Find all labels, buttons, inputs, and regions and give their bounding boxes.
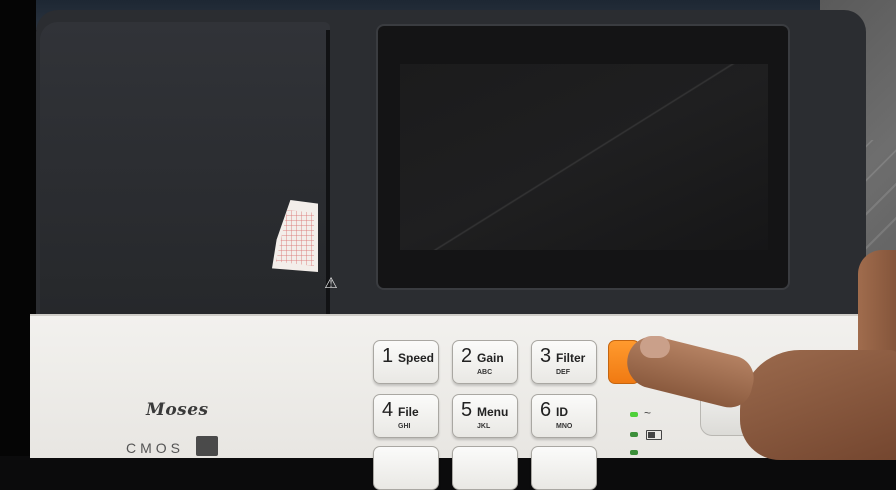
key-label: Speed xyxy=(398,351,435,365)
key-letters: DEF xyxy=(556,369,570,376)
key-2-gain[interactable]: 2 Gain ABC xyxy=(452,340,518,384)
key-number: 5 xyxy=(461,399,473,421)
brand-logo: Moses xyxy=(146,400,209,420)
key-number: 1 xyxy=(382,345,394,367)
key-label: ID xyxy=(556,405,568,419)
key-4-file[interactable]: 4 File GHI xyxy=(373,394,439,438)
key-6-id[interactable]: 6 ID MNO xyxy=(531,394,597,438)
key-number: 3 xyxy=(540,345,552,367)
battery-led xyxy=(630,432,638,437)
key-3-filter[interactable]: 3 Filter DEF xyxy=(531,340,597,384)
warning-icon: ⚠ xyxy=(324,275,338,292)
key-label: Gain xyxy=(477,351,504,365)
key-letters: GHI xyxy=(398,423,411,430)
key-number: 4 xyxy=(382,399,394,421)
model-badge xyxy=(196,436,218,456)
lid-seam xyxy=(326,30,330,314)
paper-compartment-lid[interactable] xyxy=(40,22,330,314)
key-5-menu[interactable]: 5 Menu JKL xyxy=(452,394,518,438)
key-number: 2 xyxy=(461,345,473,367)
hand xyxy=(740,350,896,460)
ac-power-led xyxy=(630,412,638,417)
key-9[interactable] xyxy=(531,446,597,490)
ac-power-icon: ~ xyxy=(644,406,652,420)
key-number: 6 xyxy=(540,399,552,421)
battery-icon xyxy=(646,430,662,440)
key-label: File xyxy=(398,405,419,419)
key-letters: JKL xyxy=(477,423,491,430)
key-7[interactable] xyxy=(373,446,439,490)
key-1-speed[interactable]: 1 Speed xyxy=(373,340,439,384)
status-led xyxy=(630,450,638,455)
key-8[interactable] xyxy=(452,446,518,490)
key-letters: MNO xyxy=(556,423,573,430)
finger-nail xyxy=(640,336,670,358)
key-letters: ABC xyxy=(477,369,493,376)
screen-reflection xyxy=(400,64,768,250)
key-label: Filter xyxy=(556,351,586,365)
key-label: Menu xyxy=(477,405,509,419)
